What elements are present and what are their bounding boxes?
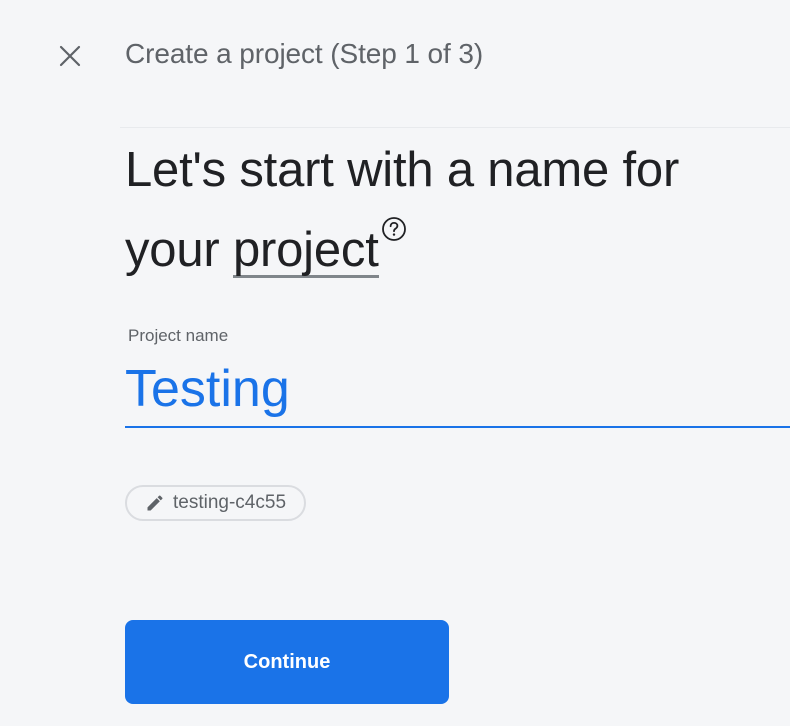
project-name-input[interactable]	[125, 352, 790, 428]
pencil-icon	[147, 495, 163, 511]
help-circle-icon[interactable]	[381, 216, 407, 242]
heading-line-2-prefix: your	[125, 223, 233, 277]
close-icon	[59, 45, 81, 67]
continue-button[interactable]: Continue	[125, 620, 449, 704]
header-divider	[120, 127, 790, 128]
heading-line-2: your project	[125, 210, 790, 290]
heading-line-1: Let's start with a name for	[125, 143, 680, 197]
step-title: Create a project (Step 1 of 3)	[125, 38, 484, 69]
project-help-term[interactable]: project	[232, 226, 379, 278]
project-name-label: Project name	[128, 326, 229, 345]
page-heading: Let's start with a name for your project	[125, 130, 790, 290]
close-button[interactable]	[50, 36, 90, 76]
project-id-chip[interactable]: testing-c4c55	[125, 485, 307, 521]
project-id-text: testing-c4c55	[173, 492, 287, 513]
